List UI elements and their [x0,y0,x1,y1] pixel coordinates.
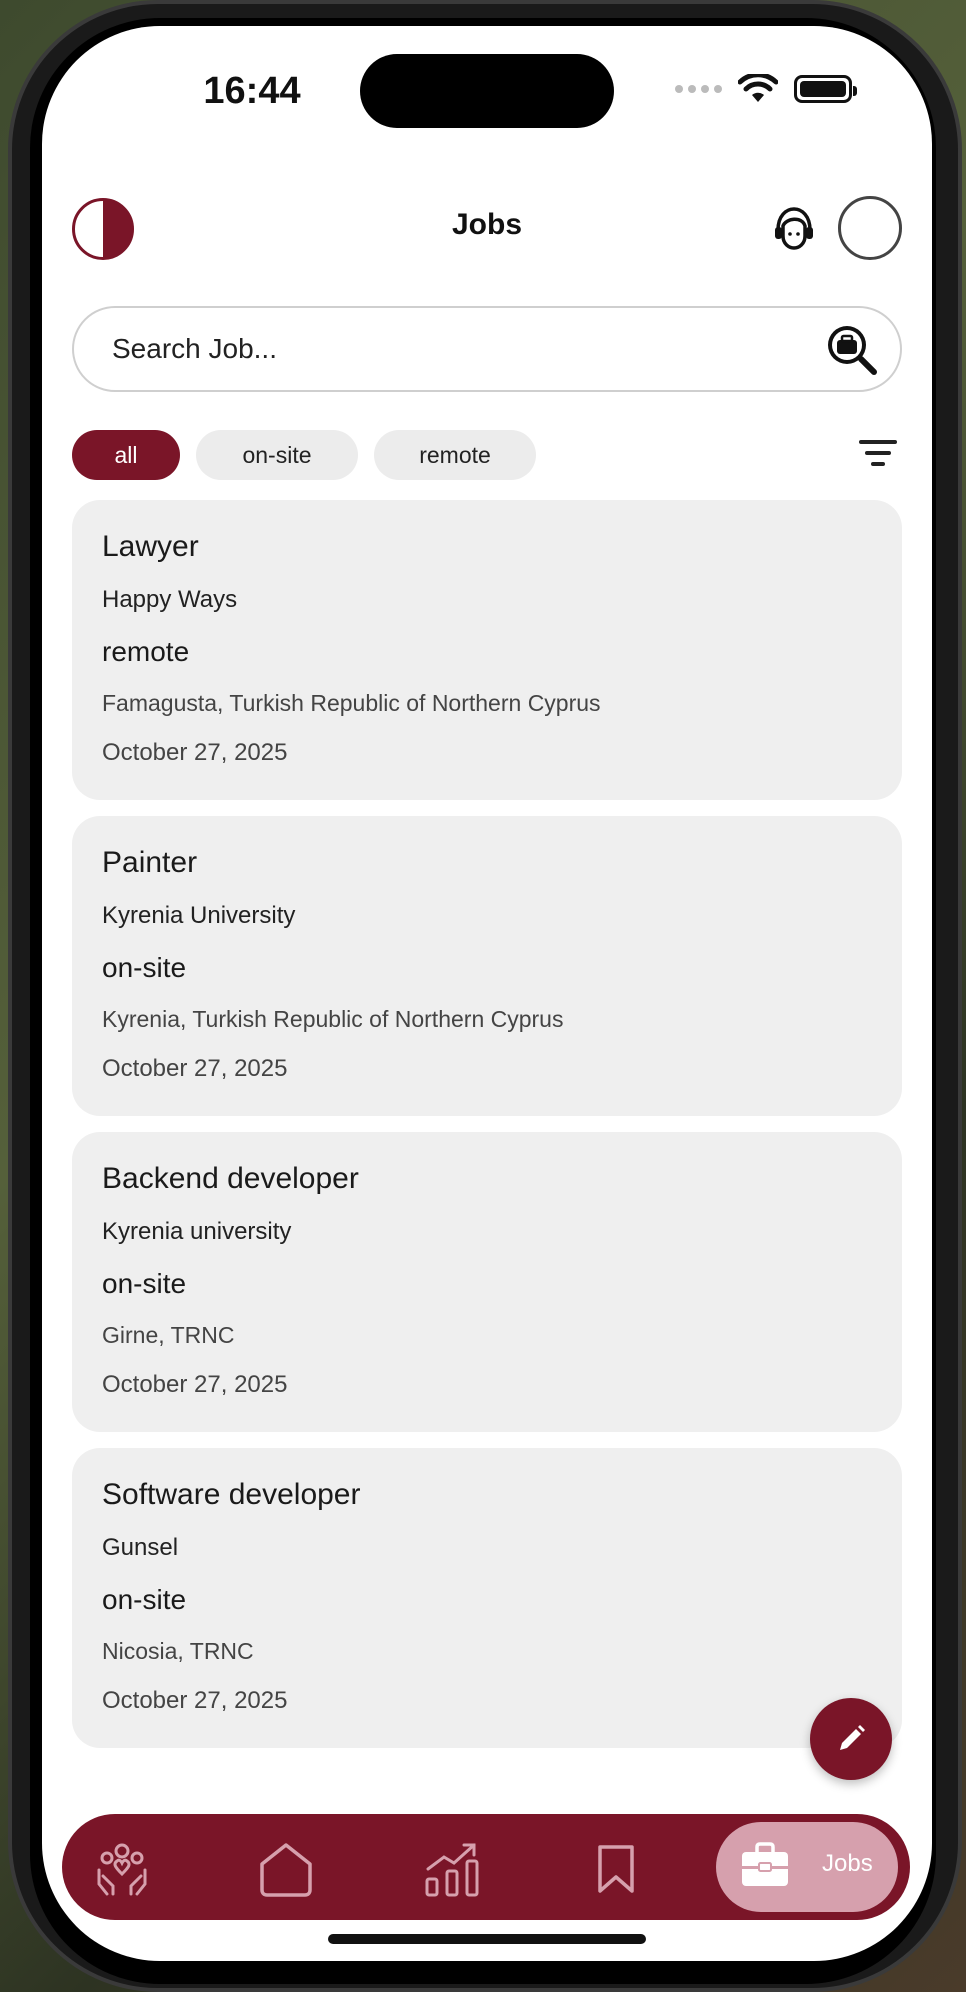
bottom-nav: Jobs [62,1814,910,1920]
status-indicators [675,74,857,104]
job-date: October 27, 2025 [102,739,288,766]
app-header: Jobs [42,194,932,264]
battery-icon [794,75,857,103]
search-input[interactable] [112,308,792,390]
community-icon [97,1843,147,1896]
job-location: Nicosia, TRNC [102,1638,254,1664]
nav-home[interactable] [256,1839,316,1899]
job-date: October 27, 2025 [102,1371,288,1398]
briefcase-icon [742,1842,788,1886]
status-time: 16:44 [203,70,301,112]
nav-stats[interactable] [422,1839,482,1899]
home-indicator [328,1934,646,1944]
job-location: Kyrenia, Turkish Republic of Northern Cy… [102,1006,564,1032]
job-location: Famagusta, Turkish Republic of Northern … [102,690,601,716]
job-type: remote [102,636,190,667]
filter-chip-remote[interactable]: remote [374,430,536,480]
wifi-icon [738,74,778,102]
job-date: October 27, 2025 [102,1055,288,1082]
job-card[interactable]: Software developer Gunsel on-site Nicosi… [72,1448,902,1748]
pencil-icon [840,1725,865,1750]
stats-icon [425,1843,479,1897]
job-company: Kyrenia university [102,1218,292,1245]
signal-icon [675,85,722,93]
job-type: on-site [102,1268,187,1299]
support-icon[interactable] [770,204,818,252]
job-company: Happy Ways [102,586,238,613]
nav-jobs[interactable]: Jobs [716,1822,898,1912]
home-icon [260,1843,312,1897]
job-type: on-site [102,952,187,983]
search-bar [72,306,902,392]
job-company: Gunsel [102,1534,179,1561]
job-date: October 27, 2025 [102,1687,288,1714]
filter-chip-all[interactable]: all [72,430,180,480]
nav-jobs-label: Jobs [822,1850,873,1877]
job-title: Software developer [102,1478,361,1511]
filter-icon[interactable] [858,440,898,472]
job-company: Kyrenia University [102,902,296,929]
job-title: Backend developer [102,1162,359,1195]
job-card[interactable]: Backend developer Kyrenia university on-… [72,1132,902,1432]
app-screen: 16:44 Jobs Search Job... all on-site rem… [42,26,932,1961]
nav-community[interactable] [92,1839,152,1899]
job-card[interactable]: Painter Kyrenia University on-site Kyren… [72,816,902,1116]
job-title: Painter [102,846,198,879]
job-location: Girne, TRNC [102,1322,235,1348]
job-card[interactable]: Lawyer Happy Ways remote Famagusta, Turk… [72,500,902,800]
search-job-icon[interactable] [824,322,878,376]
profile-avatar[interactable] [838,196,902,260]
job-type: on-site [102,1584,187,1615]
filter-chip-on-site[interactable]: on-site [196,430,358,480]
dynamic-island [360,54,614,128]
job-title: Lawyer [102,530,199,563]
create-job-button[interactable] [810,1698,892,1780]
nav-saved[interactable] [586,1839,646,1899]
bookmark-icon [598,1845,634,1893]
